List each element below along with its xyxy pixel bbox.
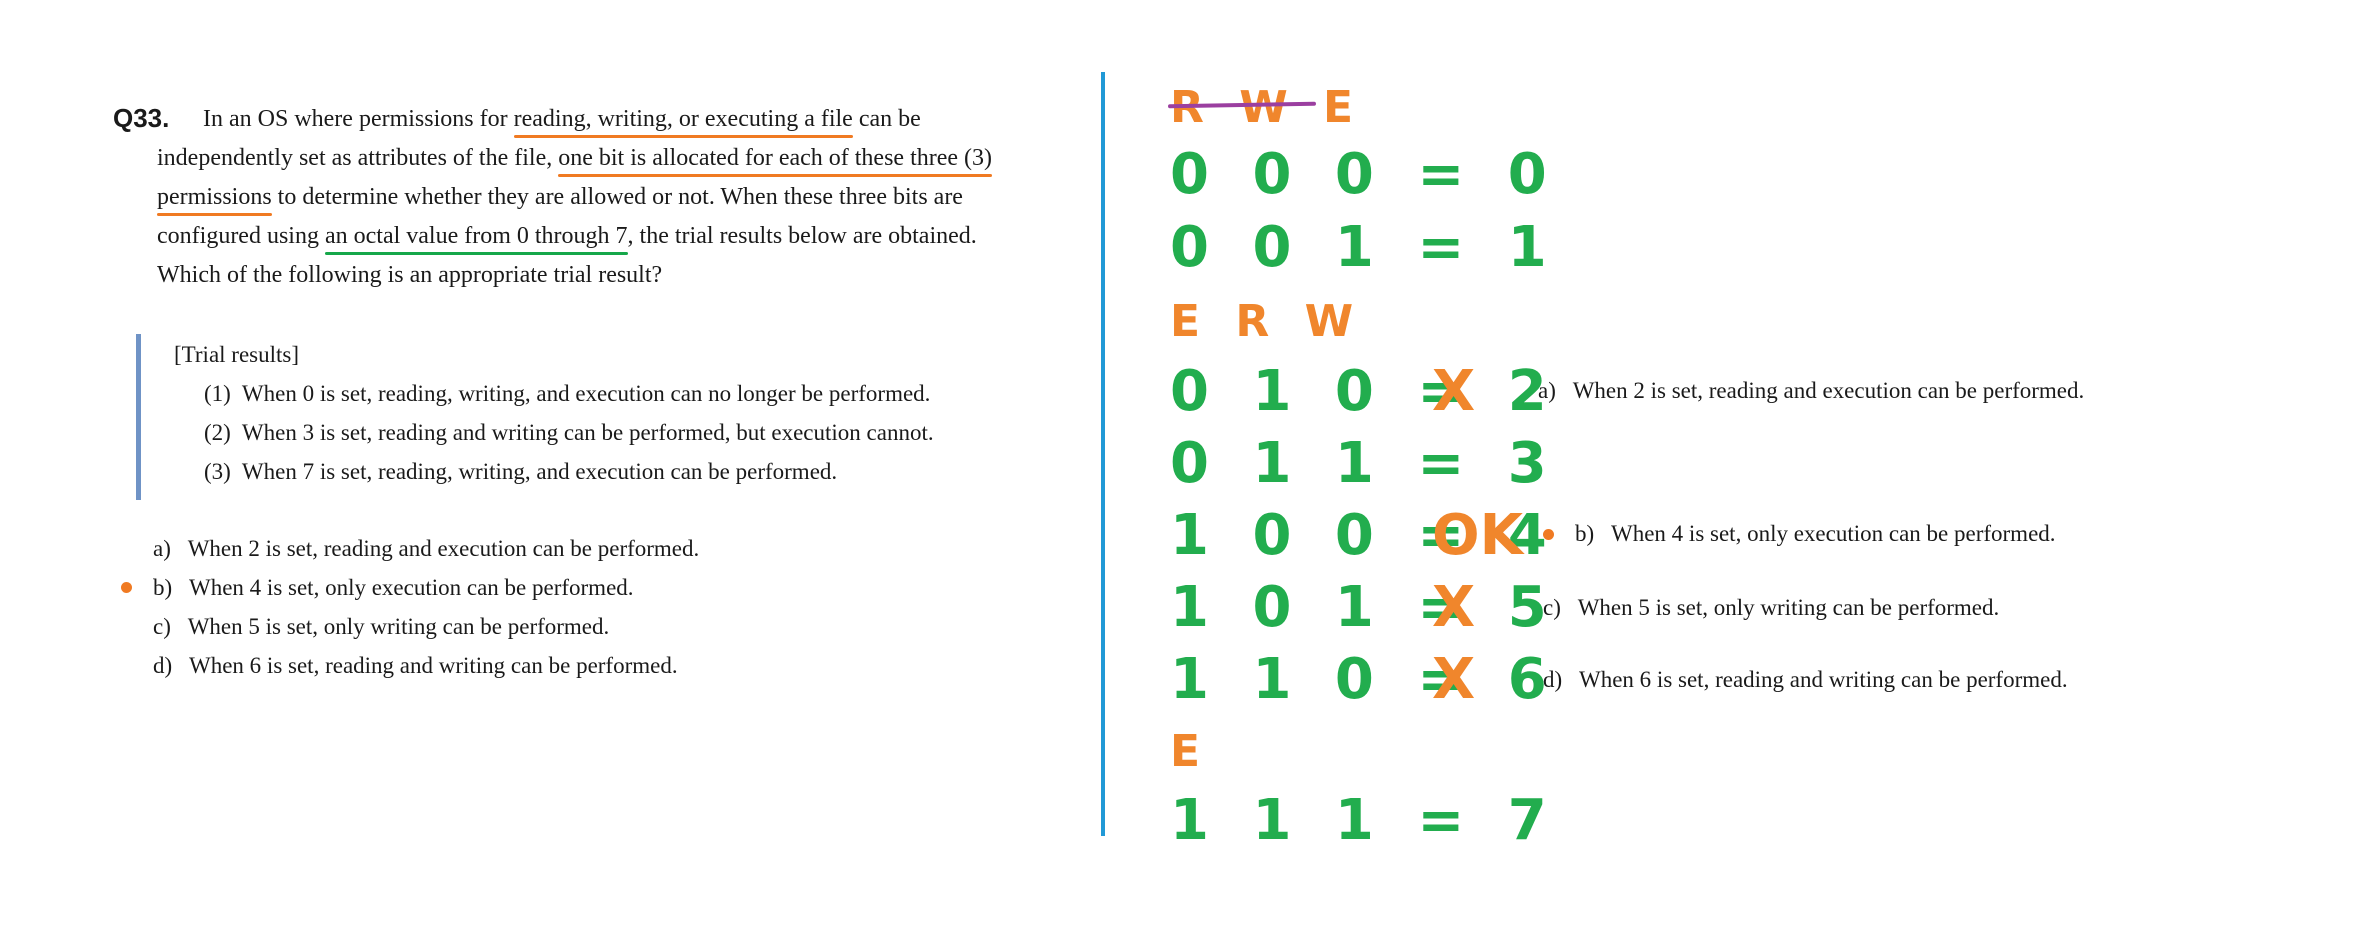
header-e: E bbox=[1170, 726, 1211, 777]
binary-row-1: 0 0 1 = 1 bbox=[1170, 215, 1559, 280]
underline-permissions: permissions bbox=[157, 184, 272, 216]
question-line-4: configured using an octal value from 0 t… bbox=[157, 223, 977, 255]
question-number: Q33. bbox=[113, 103, 170, 133]
option-d: d) When 6 is set, reading and writing ca… bbox=[153, 653, 678, 678]
binary-row-3: 0 1 1 = 3 bbox=[1170, 431, 1559, 496]
right-option-c: c) When 5 is set, only writing can be pe… bbox=[1543, 595, 2000, 620]
mark-x: X bbox=[1432, 647, 1476, 712]
right-option-b: b) When 4 is set, only execution can be … bbox=[1575, 521, 2056, 546]
trial-results-heading: [Trial results] bbox=[174, 342, 300, 367]
binary-row-7: 1 1 1 = 7 bbox=[1170, 788, 1559, 853]
option-b: b) When 4 is set, only execution can be … bbox=[153, 575, 634, 600]
question-line-3: permissions to determine whether they ar… bbox=[157, 184, 963, 216]
binary-row-5: 1 0 1 = 5 bbox=[1170, 575, 1559, 640]
binary-row-2: 0 1 0 = 2 bbox=[1170, 359, 1559, 424]
question-line-5: Which of the following is an appropriate… bbox=[157, 262, 663, 288]
vertical-divider bbox=[1101, 72, 1105, 836]
binary-row-0: 0 0 0 = 0 bbox=[1170, 142, 1559, 207]
binary-row-6: 1 1 0 = 6 bbox=[1170, 647, 1559, 712]
trial-result-item: (1) When 0 is set, reading, writing, and… bbox=[204, 381, 931, 406]
mark-x: X bbox=[1432, 359, 1476, 424]
header-erw: E R W bbox=[1170, 296, 1364, 347]
right-option-d: d) When 6 is set, reading and writing ca… bbox=[1543, 667, 2068, 692]
quote-bar bbox=[136, 334, 141, 500]
selected-marker-dot bbox=[121, 582, 132, 593]
option-c: c) When 5 is set, only writing can be pe… bbox=[153, 614, 610, 639]
selected-marker-dot bbox=[1543, 529, 1554, 540]
trial-result-item: (3) When 7 is set, reading, writing, and… bbox=[204, 459, 838, 484]
option-a: a) When 2 is set, reading and execution … bbox=[153, 536, 700, 561]
question-line-2: independently set as attributes of the f… bbox=[157, 145, 993, 177]
question-line-1: In an OS where permissions for reading, … bbox=[203, 106, 921, 138]
trial-result-item: (2) When 3 is set, reading and writing c… bbox=[204, 420, 934, 445]
mark-ok: OK bbox=[1432, 503, 1523, 568]
underline-reading-writing-executing: reading, writing, or executing a file bbox=[513, 106, 854, 138]
underline-one-bit-allocated: one bit is allocated for each of these t… bbox=[558, 145, 993, 177]
underline-octal-value: an octal value from 0 through 7 bbox=[324, 223, 628, 255]
mark-x: X bbox=[1432, 575, 1476, 640]
right-option-a: a) When 2 is set, reading and execution … bbox=[1538, 378, 2085, 403]
